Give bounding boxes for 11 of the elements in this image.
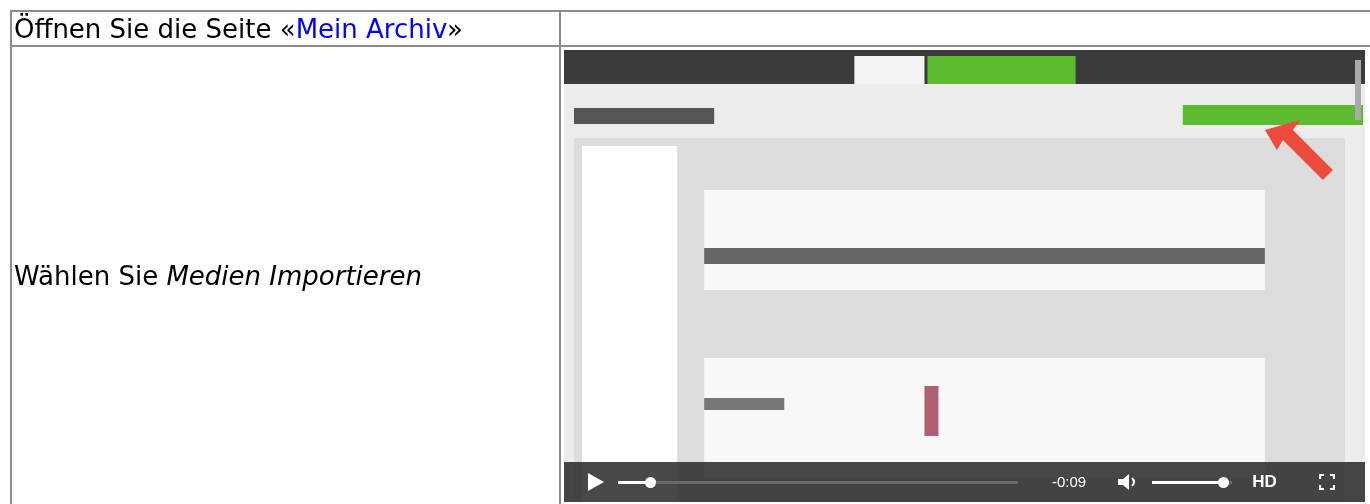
slider-thumb[interactable]: [1218, 476, 1230, 488]
volume-slider[interactable]: [1152, 476, 1233, 488]
remaining-time: -0:09: [1052, 472, 1087, 492]
play-button[interactable]: [588, 473, 604, 491]
progress-slider[interactable]: [618, 476, 1018, 488]
fullscreen-icon[interactable]: [1318, 474, 1335, 490]
mein-archiv-link[interactable]: Mein Archiv: [295, 13, 447, 44]
slider-thumb[interactable]: [645, 476, 657, 488]
instruction-text: Öffnen Sie die Seite «Mein Archiv»: [14, 13, 463, 44]
quality-button[interactable]: HD: [1252, 472, 1277, 492]
instruction-text: Wählen Sie Medien Importieren: [14, 260, 422, 291]
